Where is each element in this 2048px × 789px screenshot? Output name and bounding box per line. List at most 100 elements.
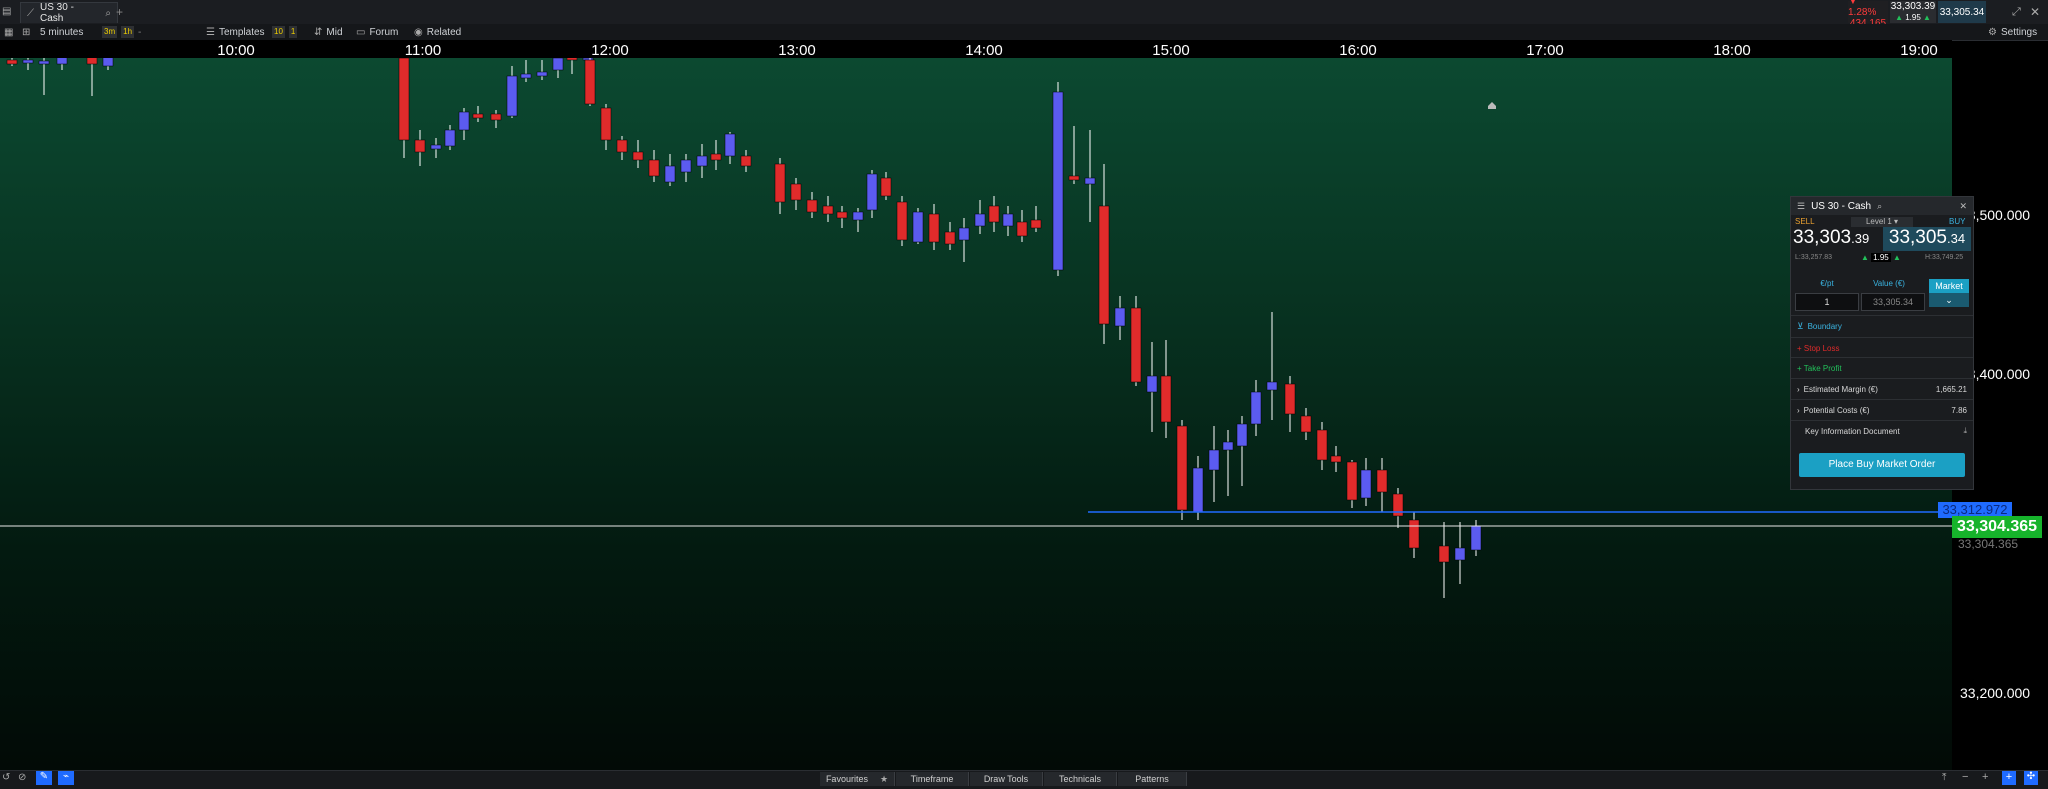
candle[interactable] bbox=[506, 66, 518, 118]
candle[interactable] bbox=[866, 170, 878, 218]
zoom-in-icon[interactable]: + bbox=[1982, 771, 1988, 783]
candle[interactable] bbox=[1208, 426, 1220, 502]
patterns-tab[interactable]: Patterns bbox=[1118, 772, 1187, 786]
fit-icon[interactable]: ✣ bbox=[2024, 771, 2038, 785]
candle[interactable] bbox=[458, 108, 470, 140]
download-icon[interactable]: ⤓ bbox=[1963, 426, 1967, 436]
buy-quote-button[interactable]: 33,305 .34 bbox=[1883, 227, 1971, 251]
candle[interactable] bbox=[724, 132, 736, 164]
layout-icon[interactable]: ▦ bbox=[4, 24, 13, 40]
candle[interactable] bbox=[1222, 430, 1234, 496]
crosshair-icon[interactable]: + bbox=[2002, 771, 2016, 785]
candle[interactable] bbox=[552, 55, 564, 78]
expand-icon[interactable]: ⤢ bbox=[2012, 6, 2021, 19]
draw-tools-tab[interactable]: Draw Tools bbox=[970, 772, 1043, 786]
candle[interactable] bbox=[1284, 376, 1296, 432]
take-profit-row[interactable]: + Take Profit bbox=[1791, 357, 1973, 378]
candle[interactable] bbox=[822, 196, 834, 222]
candle[interactable] bbox=[1470, 520, 1482, 556]
value-input[interactable]: 33,305.34 bbox=[1861, 293, 1925, 311]
tf-more-button[interactable]: - bbox=[138, 27, 141, 38]
candle[interactable] bbox=[1376, 458, 1388, 512]
candle[interactable] bbox=[472, 106, 484, 122]
tab-us30-cash[interactable]: ⟋ US 30 - Cash ⌕ bbox=[20, 2, 118, 24]
candle[interactable] bbox=[680, 154, 692, 182]
candle[interactable] bbox=[806, 192, 818, 218]
ticket-close-icon[interactable]: ✕ bbox=[1959, 201, 1967, 212]
candle[interactable] bbox=[536, 60, 548, 80]
candle[interactable] bbox=[1084, 130, 1096, 222]
ticket-menu-icon[interactable]: ☰ bbox=[1797, 201, 1805, 212]
candle[interactable] bbox=[774, 158, 786, 214]
timeframe-selector[interactable]: 5 minutes bbox=[40, 24, 83, 40]
candle[interactable] bbox=[988, 196, 1000, 232]
candle[interactable] bbox=[1098, 164, 1110, 344]
candle[interactable] bbox=[958, 218, 970, 262]
favourites-tab[interactable]: Favourites ★ bbox=[820, 772, 895, 786]
menu-icon[interactable]: ▤ bbox=[2, 6, 11, 18]
candle[interactable] bbox=[398, 54, 410, 158]
close-icon[interactable]: ✕ bbox=[2030, 5, 2040, 19]
candle[interactable] bbox=[790, 178, 802, 210]
zoom-out-icon[interactable]: − bbox=[1962, 771, 1968, 783]
candle[interactable] bbox=[852, 208, 864, 232]
candle[interactable] bbox=[928, 204, 940, 250]
candle[interactable] bbox=[1454, 522, 1466, 584]
candle[interactable] bbox=[1114, 296, 1126, 340]
candle[interactable] bbox=[836, 206, 848, 228]
candle[interactable] bbox=[1030, 206, 1042, 232]
magnet-icon[interactable]: ⌁ bbox=[58, 771, 74, 785]
candle[interactable] bbox=[912, 208, 924, 244]
candle[interactable] bbox=[696, 144, 708, 178]
badge-10[interactable]: 10 bbox=[272, 26, 285, 38]
candle[interactable] bbox=[22, 58, 34, 70]
candle[interactable] bbox=[1052, 82, 1064, 276]
place-order-button[interactable]: Place Buy Market Order bbox=[1799, 453, 1965, 477]
templates-button[interactable]: ☰ Templates bbox=[206, 24, 265, 40]
candle[interactable] bbox=[1016, 210, 1028, 242]
candle[interactable] bbox=[38, 56, 50, 95]
tf-1h-button[interactable]: 1h bbox=[121, 26, 135, 38]
candle[interactable] bbox=[1146, 342, 1158, 432]
candle[interactable] bbox=[710, 140, 722, 170]
candle[interactable] bbox=[1438, 522, 1450, 598]
potential-costs-row[interactable]: › Potential Costs (€) 7.86 bbox=[1791, 399, 1973, 420]
candle[interactable] bbox=[896, 196, 908, 246]
forum-button[interactable]: ▭ Forum bbox=[356, 24, 398, 40]
timeframe-tab[interactable]: Timeframe bbox=[896, 772, 969, 786]
candle[interactable] bbox=[1300, 408, 1312, 440]
candle[interactable] bbox=[1130, 296, 1142, 386]
candle[interactable] bbox=[584, 56, 596, 106]
block-icon[interactable]: ⊘ bbox=[18, 772, 26, 783]
candle[interactable] bbox=[616, 136, 628, 160]
candle[interactable] bbox=[1250, 380, 1262, 436]
candle[interactable] bbox=[974, 200, 986, 234]
candle[interactable] bbox=[86, 54, 98, 96]
candle[interactable] bbox=[1176, 420, 1188, 520]
mid-button[interactable]: ⇵ Mid bbox=[314, 24, 343, 40]
candle[interactable] bbox=[1192, 456, 1204, 520]
candle[interactable] bbox=[1408, 512, 1420, 558]
technicals-tab[interactable]: Technicals bbox=[1044, 772, 1117, 786]
order-type-dropdown[interactable]: ⌄ bbox=[1929, 293, 1969, 307]
export-icon[interactable]: ⤒ bbox=[1942, 772, 1946, 783]
boundary-row[interactable]: ⊻ Boundary bbox=[1791, 315, 1973, 336]
undo-icon[interactable]: ↺ bbox=[2, 772, 10, 783]
candle[interactable] bbox=[520, 60, 532, 82]
candle[interactable] bbox=[1068, 126, 1080, 184]
kid-row[interactable]: Key Information Document ⤓ bbox=[1791, 420, 1973, 441]
qty-input[interactable]: 1 bbox=[1795, 293, 1859, 311]
candle[interactable] bbox=[880, 172, 892, 200]
search-icon[interactable]: ⌕ bbox=[105, 8, 111, 19]
candle[interactable] bbox=[600, 104, 612, 150]
level-selector[interactable]: Level 1 ▾ bbox=[1851, 217, 1913, 227]
candle[interactable] bbox=[664, 154, 676, 186]
sell-quote-button[interactable]: 33,303 .39 bbox=[1793, 227, 1881, 251]
candle[interactable] bbox=[740, 150, 752, 172]
pencil-icon[interactable]: ✎ bbox=[36, 771, 52, 785]
estimated-margin-row[interactable]: › Estimated Margin (€) 1,665.21 bbox=[1791, 378, 1973, 399]
candle[interactable] bbox=[1160, 340, 1172, 438]
buy-price-box[interactable]: 33,305.34 bbox=[1938, 1, 1986, 23]
candle[interactable] bbox=[444, 125, 456, 150]
candle[interactable] bbox=[1002, 206, 1014, 236]
